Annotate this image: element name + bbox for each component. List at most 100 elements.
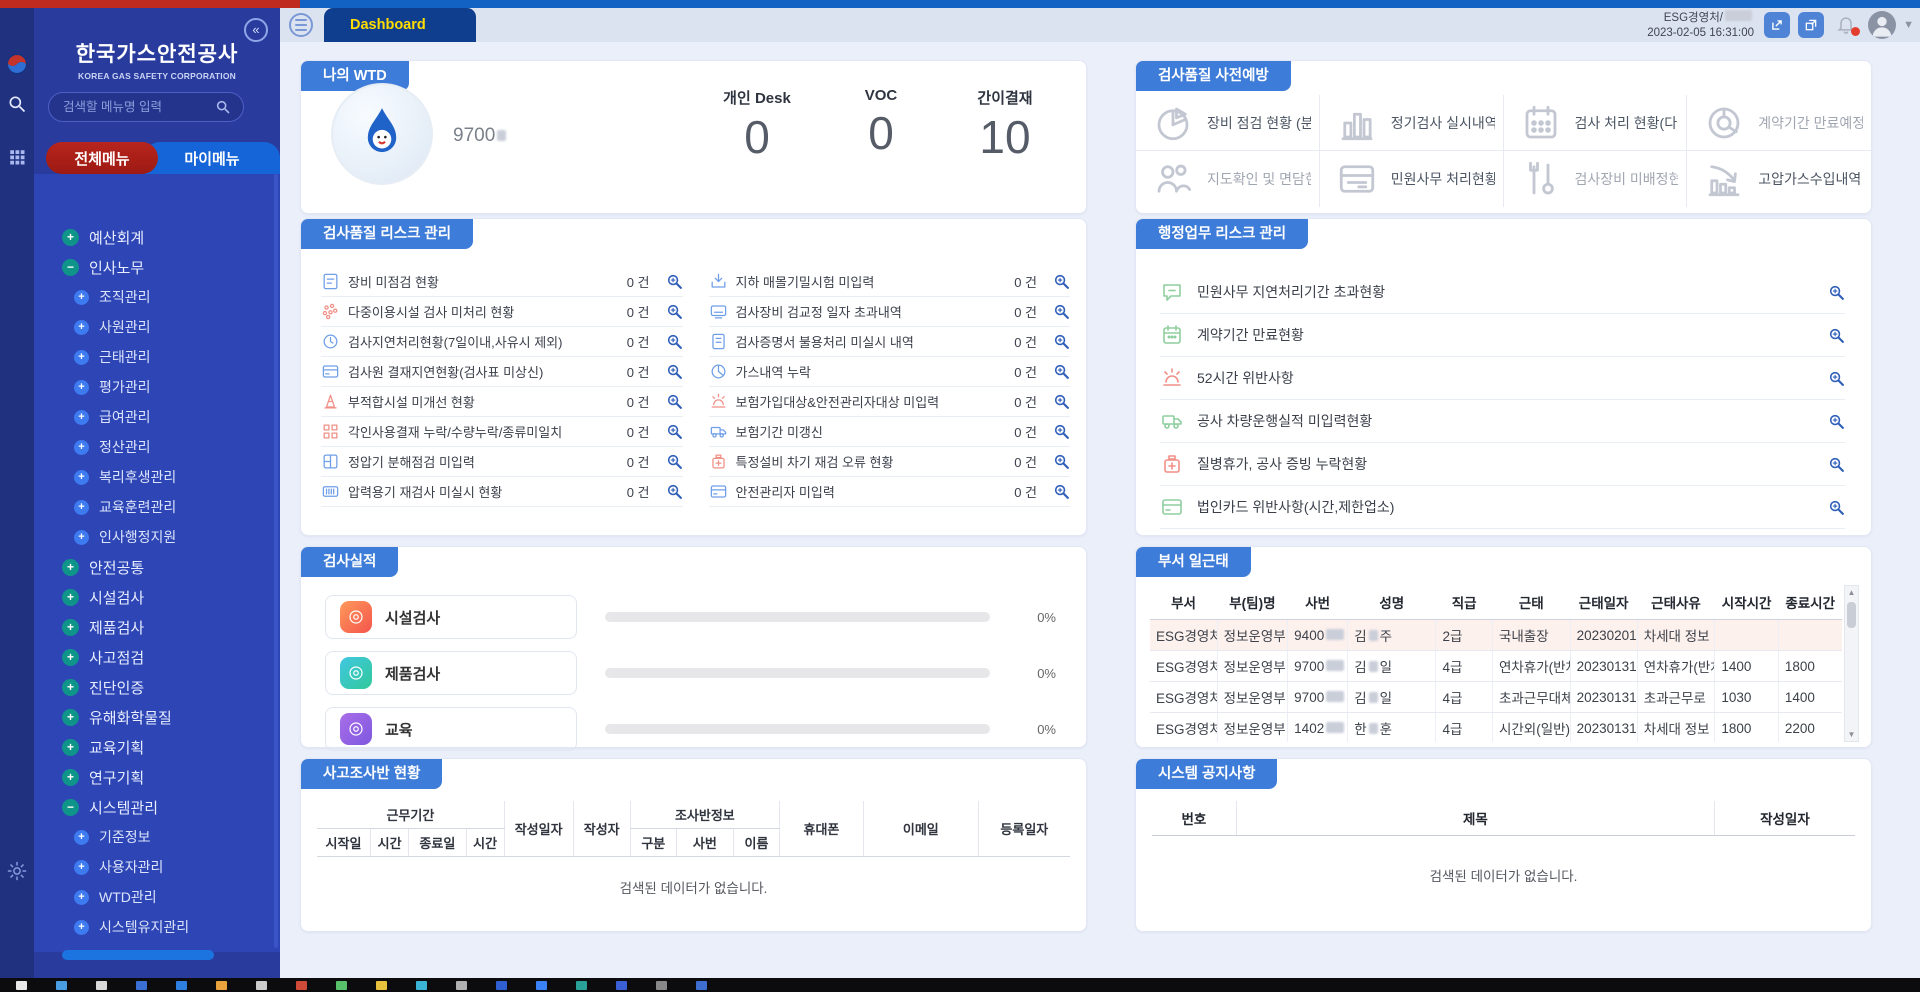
magnifier-icon[interactable] <box>1053 363 1070 380</box>
taskbar-icon[interactable] <box>96 981 107 990</box>
avatar[interactable] <box>1868 11 1896 39</box>
magnifier-icon[interactable] <box>666 393 683 410</box>
prevention-tile[interactable]: 정기검사 실시내역... <box>1320 95 1504 151</box>
prevention-tile[interactable]: 민원사무 처리현황 <box>1320 151 1504 207</box>
sidebar-item[interactable]: +시설검사 <box>34 582 280 612</box>
taskbar-icon[interactable] <box>56 981 67 990</box>
magnifier-icon[interactable] <box>1053 423 1070 440</box>
sidebar-item[interactable]: +근태관리 <box>34 342 280 372</box>
sidebar-item[interactable]: +사고점검 <box>34 642 280 672</box>
prevention-tile[interactable]: 장비 점검 현황 (분기) <box>1136 95 1320 151</box>
sidebar-item[interactable]: +진단인증 <box>34 672 280 702</box>
taskbar-icon[interactable] <box>416 981 427 990</box>
sidebar-item[interactable]: +사원관리 <box>34 312 280 342</box>
prevention-tile[interactable]: 계약기간 만료예정 <box>1687 95 1871 151</box>
magnifier-icon[interactable] <box>666 303 683 320</box>
table-row[interactable]: ESG경영처정보운영부1402한훈4급시간외(일반)20230131차세대 정보… <box>1150 713 1842 743</box>
taskbar-icon[interactable] <box>496 981 507 990</box>
external-link-icon[interactable] <box>1764 12 1790 38</box>
sidebar-item[interactable]: −인사노무 <box>34 252 280 282</box>
open-window-icon[interactable] <box>1798 12 1824 38</box>
magnifier-icon[interactable] <box>1053 273 1070 290</box>
taskbar-icon[interactable] <box>256 981 267 990</box>
magnifier-icon[interactable] <box>666 273 683 290</box>
grid-icon[interactable] <box>0 148 34 166</box>
hamburger-icon[interactable] <box>289 13 313 37</box>
magnifier-icon[interactable] <box>666 483 683 500</box>
magnifier-icon[interactable] <box>1828 370 1845 387</box>
sidebar-item[interactable]: +사용자관리 <box>34 852 280 882</box>
taskbar-icon[interactable] <box>456 981 467 990</box>
taskbar-icon[interactable] <box>296 981 307 990</box>
sidebar-item[interactable]: +교육기획 <box>34 732 280 762</box>
magnifier-icon[interactable] <box>1828 284 1845 301</box>
sidebar-item[interactable]: +시스템유지관리 <box>34 912 280 942</box>
search-icon[interactable] <box>0 94 34 114</box>
menu-search-input[interactable] <box>61 99 207 115</box>
sidebar-item[interactable]: +안전공통 <box>34 552 280 582</box>
attendance-scrollbar[interactable]: ▲ ▼ <box>1844 585 1859 742</box>
taskbar-icon[interactable] <box>536 981 547 990</box>
sidebar-item[interactable]: +연구기획 <box>34 762 280 792</box>
magnifier-icon[interactable] <box>666 333 683 350</box>
sidebar-item[interactable]: +제품검사 <box>34 612 280 642</box>
sidebar-item[interactable]: +WTD관리 <box>34 882 280 912</box>
sidebar-item[interactable]: +급여관리 <box>34 402 280 432</box>
magnifier-icon[interactable] <box>666 363 683 380</box>
performance-label-box[interactable]: 교육 <box>325 707 577 751</box>
prevention-tile[interactable]: 고압가스수입내역 <box>1687 151 1871 207</box>
prevention-tile[interactable]: 지도확인 및 면담현황 <box>1136 151 1320 207</box>
sidebar-item[interactable]: +기준정보 <box>34 822 280 852</box>
tab-my-menu[interactable]: 마이메뉴 <box>144 142 280 174</box>
tab-all-menu[interactable]: 전체메뉴 <box>46 142 158 174</box>
search-icon[interactable] <box>215 99 231 115</box>
windows-taskbar[interactable] <box>0 978 1920 992</box>
tab-dashboard[interactable]: Dashboard <box>324 8 476 42</box>
magnifier-icon[interactable] <box>1828 456 1845 473</box>
sidebar-item[interactable]: +유해화학물질 <box>34 702 280 732</box>
chevron-down-icon[interactable]: ▼ <box>1903 19 1914 31</box>
sidebar-item[interactable]: +복리후생관리 <box>34 462 280 492</box>
magnifier-icon[interactable] <box>666 453 683 470</box>
sidebar-hscroll-thumb[interactable] <box>62 950 214 960</box>
magnifier-icon[interactable] <box>1053 453 1070 470</box>
scroll-thumb[interactable] <box>1847 602 1856 628</box>
sidebar-item[interactable]: +인사행정지원 <box>34 522 280 552</box>
sidebar-item[interactable]: +정산관리 <box>34 432 280 462</box>
sidebar-item[interactable]: +교육훈련관리 <box>34 492 280 522</box>
taskbar-icon[interactable] <box>336 981 347 990</box>
taskbar-icon[interactable] <box>696 981 707 990</box>
taskbar-icon[interactable] <box>576 981 587 990</box>
magnifier-icon[interactable] <box>1828 327 1845 344</box>
scroll-down-icon[interactable]: ▼ <box>1848 730 1856 739</box>
taskbar-icon[interactable] <box>176 981 187 990</box>
prevention-tile[interactable]: 검사 처리 현황(다중... <box>1504 95 1688 151</box>
taskbar-icon[interactable] <box>216 981 227 990</box>
sidebar-item[interactable]: +평가관리 <box>34 372 280 402</box>
magnifier-icon[interactable] <box>1828 499 1845 516</box>
magnifier-icon[interactable] <box>1053 483 1070 500</box>
magnifier-icon[interactable] <box>1053 303 1070 320</box>
gear-icon[interactable] <box>0 860 34 882</box>
magnifier-icon[interactable] <box>666 423 683 440</box>
sidebar-item[interactable]: −시스템관리 <box>34 792 280 822</box>
performance-label-box[interactable]: 시설검사 <box>325 595 577 639</box>
taskbar-icon[interactable] <box>656 981 667 990</box>
magnifier-icon[interactable] <box>1053 393 1070 410</box>
taskbar-icon[interactable] <box>16 981 27 990</box>
taskbar-icon[interactable] <box>136 981 147 990</box>
bell-icon[interactable] <box>1836 14 1858 36</box>
table-row[interactable]: ESG경영처정보운영부9400김주2급국내출장20230201차세대 정보 <box>1150 620 1842 651</box>
sidebar-item[interactable]: +예산회계 <box>34 222 280 252</box>
sidebar-item[interactable]: +조직관리 <box>34 282 280 312</box>
taskbar-icon[interactable] <box>376 981 387 990</box>
performance-label-box[interactable]: 제품검사 <box>325 651 577 695</box>
magnifier-icon[interactable] <box>1828 413 1845 430</box>
magnifier-icon[interactable] <box>1053 333 1070 350</box>
table-row[interactable]: ESG경영처정보운영부9700김일4급초과근무대체20230131초과근무로10… <box>1150 682 1842 713</box>
sidebar-scrollbar-track[interactable] <box>274 174 278 948</box>
scroll-up-icon[interactable]: ▲ <box>1848 588 1856 597</box>
prevention-tile[interactable]: 검사장비 미배정현황 <box>1504 151 1688 207</box>
taskbar-icon[interactable] <box>616 981 627 990</box>
table-row[interactable]: ESG경영처정보운영부9700김일4급연차휴가(반차)20230131연차휴가(… <box>1150 651 1842 682</box>
